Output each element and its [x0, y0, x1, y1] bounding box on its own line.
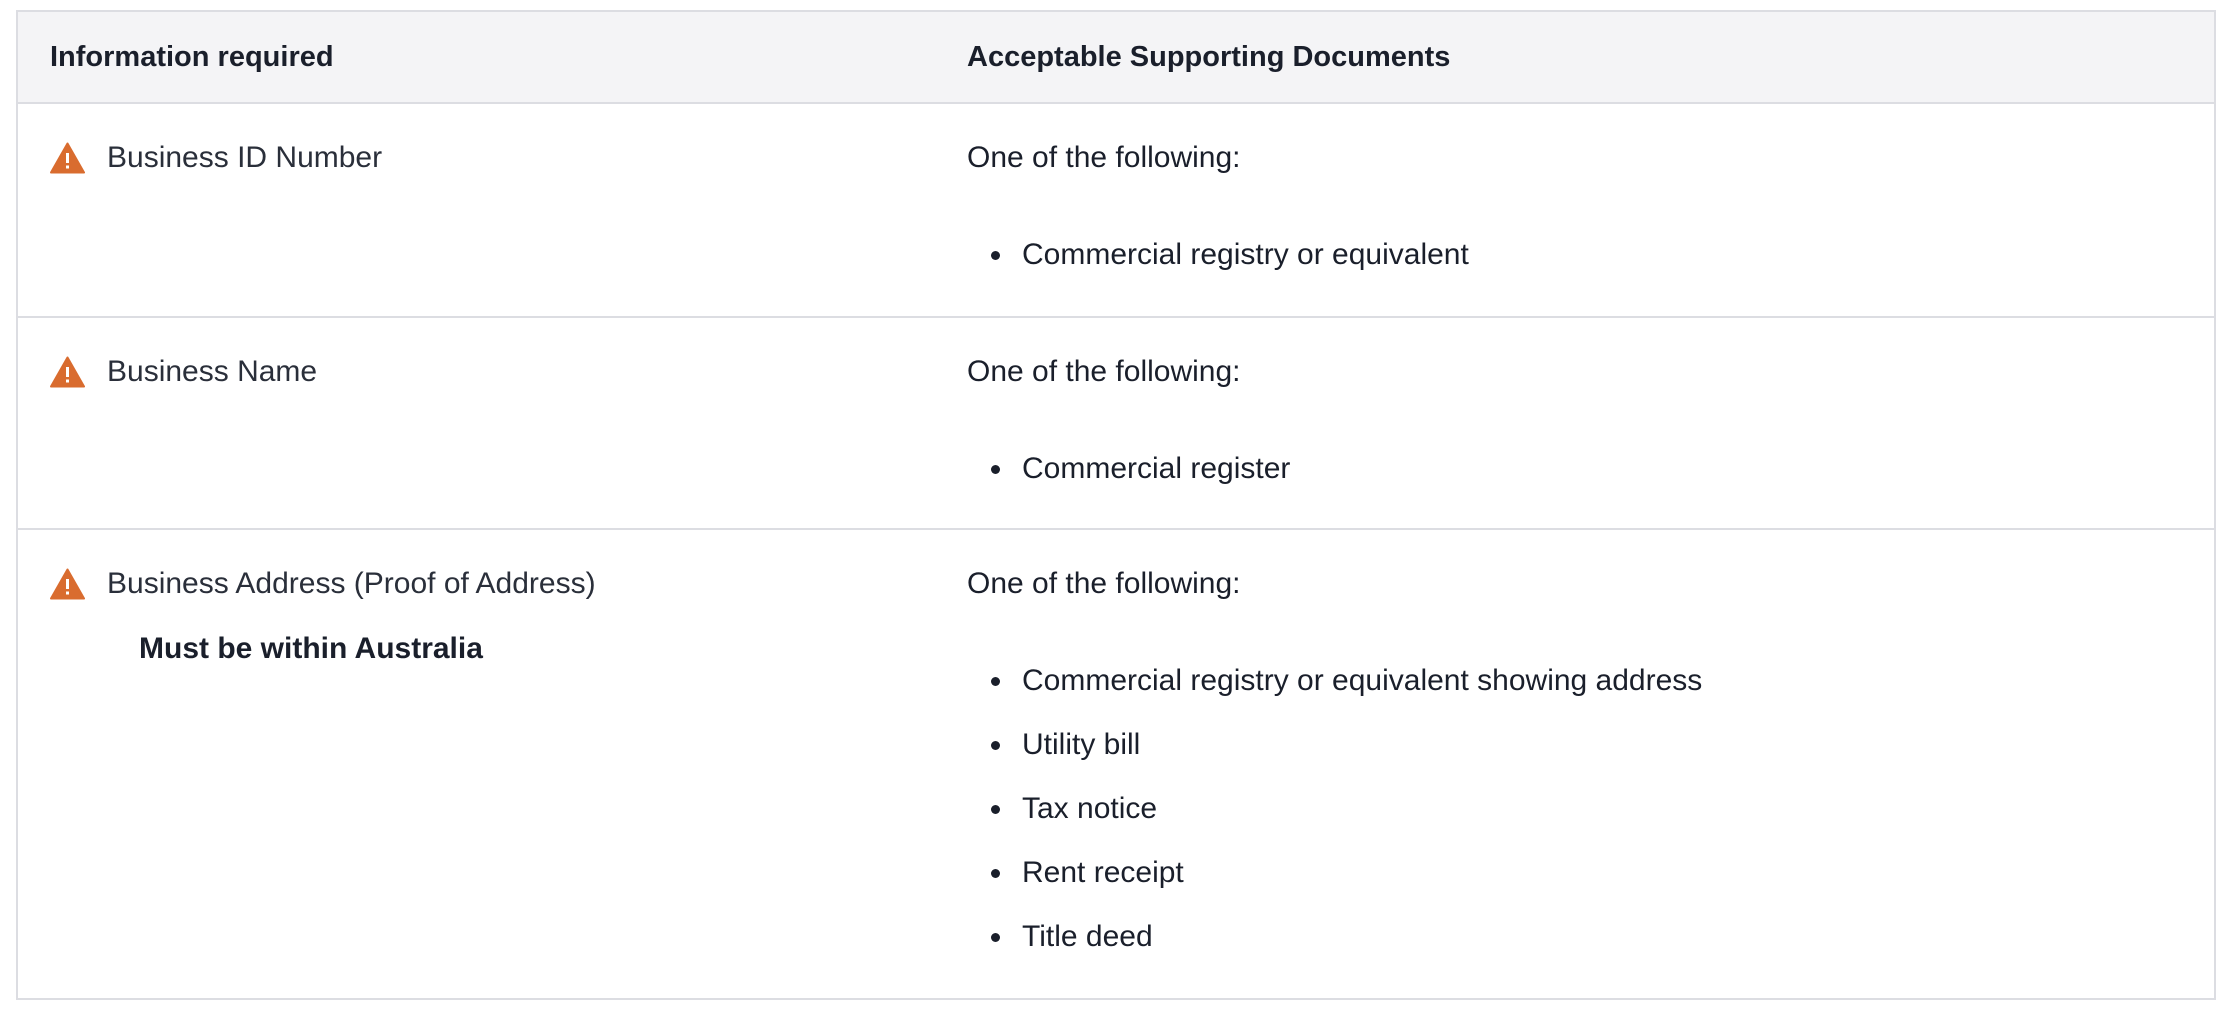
document-label: Tax notice [1022, 792, 1158, 825]
bullet-icon [991, 464, 1000, 474]
bullet-icon [991, 868, 1000, 878]
document-label: Utility bill [1022, 728, 1141, 761]
list-item: Rent receipt [991, 853, 2182, 893]
requirement-label: Business Address (Proof of Address) [107, 567, 596, 600]
requirement-cell: Business Address (Proof of Address) Must… [18, 530, 967, 998]
document-label: Rent receipt [1022, 856, 1184, 889]
requirement-label: Business ID Number [107, 141, 383, 174]
list-item: Commercial registry or equivalent showin… [991, 661, 2182, 701]
documents-cell: One of the following: Commercial registr… [967, 530, 2214, 998]
table-row: Business Address (Proof of Address) Must… [18, 528, 2214, 998]
list-item: Title deed [991, 917, 2182, 957]
bullet-icon [991, 804, 1000, 814]
bullet-icon [991, 676, 1000, 686]
document-label: Commercial registry or equivalent [1022, 238, 1469, 271]
requirements-table: Information required Acceptable Supporti… [16, 10, 2216, 1000]
warning-icon [50, 356, 85, 388]
requirement-cell: Business ID Number [18, 104, 967, 316]
table-row: Business Name One of the following: Comm… [18, 316, 2214, 528]
bullet-icon [991, 932, 1000, 942]
documents-list: Commercial registry or equivalent [967, 235, 2182, 275]
requirement-label: Business Name [107, 355, 318, 388]
documents-cell: One of the following: Commercial registe… [967, 318, 2214, 528]
requirement-cell: Business Name [18, 318, 967, 528]
document-label: Commercial register [1022, 452, 1291, 485]
table-header-row: Information required Acceptable Supporti… [18, 12, 2214, 104]
documents-intro: One of the following: [967, 141, 1241, 174]
warning-icon [50, 142, 85, 174]
header-supporting-documents: Acceptable Supporting Documents [967, 40, 1451, 73]
list-item: Commercial registry or equivalent [991, 235, 2182, 275]
table-row: Business ID Number One of the following:… [18, 104, 2214, 316]
documents-list: Commercial registry or equivalent showin… [967, 661, 2182, 957]
documents-intro: One of the following: [967, 355, 1241, 388]
document-label: Title deed [1022, 920, 1153, 953]
list-item: Commercial register [991, 449, 2182, 489]
documents-cell: One of the following: Commercial registr… [967, 104, 2214, 316]
warning-icon [50, 568, 85, 600]
documents-list: Commercial register [967, 449, 2182, 489]
list-item: Tax notice [991, 789, 2182, 829]
bullet-icon [991, 740, 1000, 750]
list-item: Utility bill [991, 725, 2182, 765]
requirement-note: Must be within Australia [139, 632, 483, 665]
documents-intro: One of the following: [967, 567, 1241, 600]
header-information-required: Information required [50, 40, 334, 73]
document-label: Commercial registry or equivalent showin… [1022, 664, 1703, 697]
bullet-icon [991, 250, 1000, 260]
